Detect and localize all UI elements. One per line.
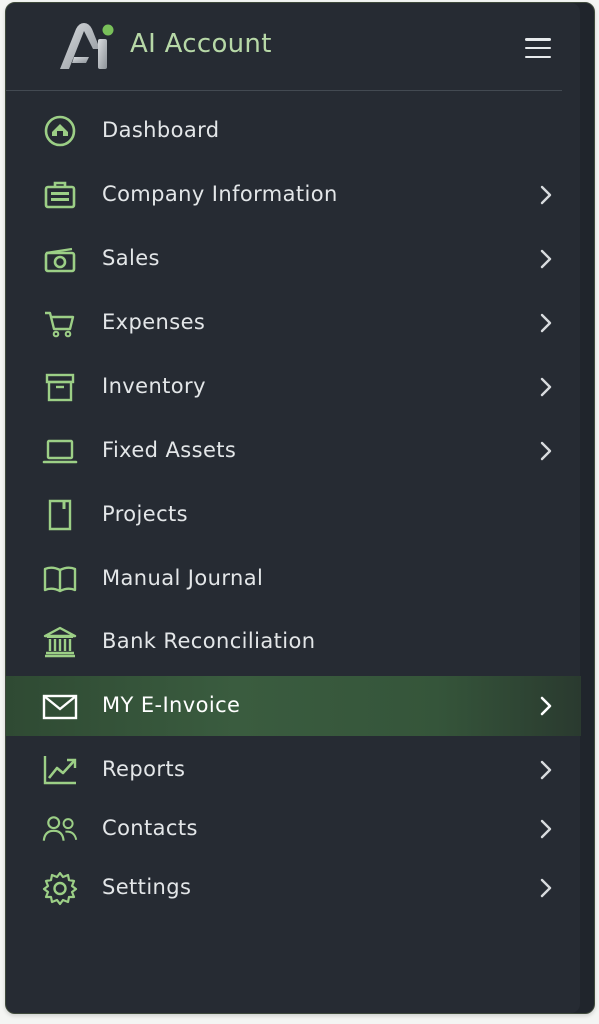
laptop-icon: [40, 433, 80, 469]
chevron-right-icon: [536, 876, 556, 900]
cash-icon: [40, 241, 80, 277]
sidebar-item-my-e-invoice[interactable]: MY E-Invoice: [6, 676, 581, 736]
cart-icon: [40, 305, 80, 341]
sidebar-item-label: Projects: [102, 502, 188, 526]
sidebar-item-label: Contacts: [102, 816, 198, 840]
sidebar-item-bank-reconciliation[interactable]: Bank Reconciliation: [6, 612, 581, 672]
sidebar-panel: AI Account Dashboard Company Information: [5, 2, 595, 1014]
sidebar-item-label: MY E-Invoice: [102, 693, 241, 717]
sidebar-item-projects[interactable]: Projects: [6, 485, 581, 545]
sidebar-item-settings[interactable]: Settings: [6, 858, 581, 918]
bank-icon: [40, 624, 80, 660]
envelope-icon: [40, 688, 80, 724]
sidebar-menu: Dashboard Company Information Sales Expe…: [6, 3, 586, 1013]
sidebar-item-company-information[interactable]: Company Information: [6, 165, 581, 225]
notebook-icon: [40, 497, 80, 533]
sidebar-item-inventory[interactable]: Inventory: [6, 357, 581, 417]
sidebar-item-label: Bank Reconciliation: [102, 629, 316, 653]
sidebar-item-label: Inventory: [102, 374, 206, 398]
sidebar-item-label: Company Information: [102, 182, 338, 206]
home-icon: [40, 113, 80, 149]
book-open-icon: [40, 561, 80, 597]
users-icon: [40, 811, 80, 847]
sidebar-item-reports[interactable]: Reports: [6, 740, 581, 800]
gear-icon: [40, 870, 80, 906]
sidebar-item-sales[interactable]: Sales: [6, 229, 581, 289]
sidebar-item-dashboard[interactable]: Dashboard: [6, 101, 581, 161]
sidebar-item-fixed-assets[interactable]: Fixed Assets: [6, 421, 581, 481]
sidebar-item-expenses[interactable]: Expenses: [6, 293, 581, 353]
chevron-right-icon: [536, 183, 556, 207]
chevron-right-icon: [536, 247, 556, 271]
sidebar-item-label: Manual Journal: [102, 566, 264, 590]
sidebar-item-label: Sales: [102, 246, 160, 270]
archive-box-icon: [40, 369, 80, 405]
sidebar-item-contacts[interactable]: Contacts: [6, 799, 581, 859]
chevron-right-icon: [536, 311, 556, 335]
chevron-right-icon: [536, 758, 556, 782]
sidebar-item-label: Settings: [102, 875, 192, 899]
chevron-right-icon: [536, 694, 556, 718]
sidebar-item-label: Fixed Assets: [102, 438, 237, 462]
sidebar-item-label: Dashboard: [102, 118, 220, 142]
chevron-right-icon: [536, 817, 556, 841]
trend-chart-icon: [40, 752, 80, 788]
sidebar-item-label: Reports: [102, 757, 186, 781]
sidebar-item-label: Expenses: [102, 310, 206, 334]
sidebar-item-manual-journal[interactable]: Manual Journal: [6, 549, 581, 609]
chevron-right-icon: [536, 439, 556, 463]
chevron-right-icon: [536, 375, 556, 399]
briefcase-icon: [40, 177, 80, 213]
